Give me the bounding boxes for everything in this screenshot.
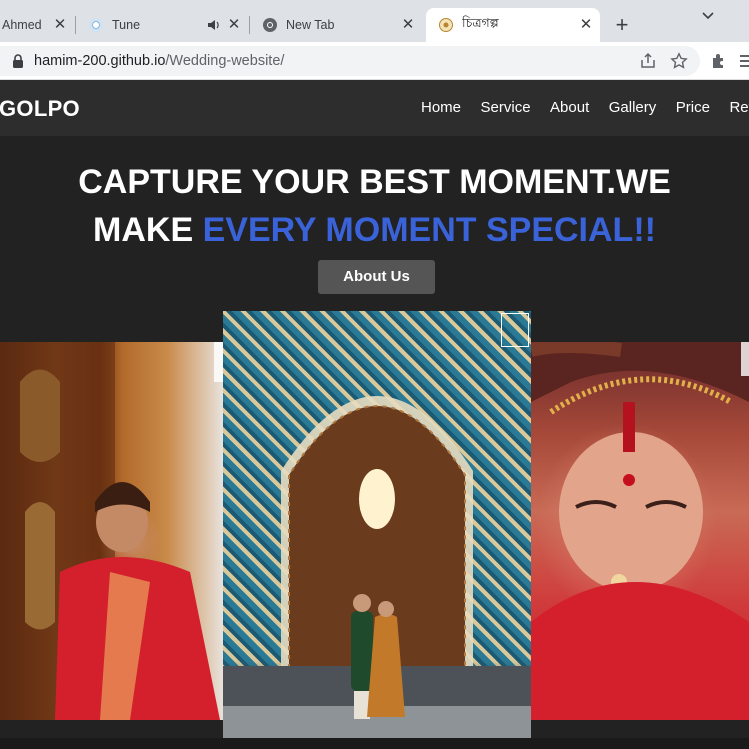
tab-active-site[interactable]: চিত্রগল্প ✕ — [426, 8, 600, 42]
tab-title: চিত্রগল্প — [462, 16, 499, 30]
hero-accent-text: EVERY MOMENT SPECIAL!! — [202, 211, 656, 249]
url-host: hamim-200.github.io — [34, 53, 166, 69]
nav-review[interactable]: Rev — [729, 99, 749, 116]
about-us-button[interactable]: About Us — [318, 260, 435, 294]
hero-line-2: MAKE EVERY MOMENT SPECIAL!! — [0, 206, 749, 254]
tab-close-icon[interactable]: ✕ — [578, 17, 594, 33]
star-icon[interactable] — [670, 52, 688, 70]
mosque-arch-illustration — [223, 396, 531, 738]
tab-close-icon[interactable]: ✕ — [52, 17, 68, 33]
bride-sindoor-illustration — [531, 342, 749, 720]
bride-door-illustration — [0, 342, 223, 720]
nav-home[interactable]: Home — [421, 99, 461, 116]
tab-title: Tune — [112, 18, 141, 32]
share-icon[interactable] — [639, 52, 657, 70]
tab-ahmed[interactable]: Ahmed- ✕ — [0, 8, 74, 42]
site-navbar: GOLPO Home Service About Gallery Price R… — [0, 80, 749, 136]
photo-bride-door[interactable] — [0, 342, 223, 720]
speaker-icon[interactable] — [207, 18, 221, 32]
extensions-icon[interactable] — [710, 52, 728, 70]
nav-price[interactable]: Price — [676, 99, 710, 116]
site-favicon-icon — [439, 18, 453, 32]
tab-tune[interactable]: Tune ✕ — [76, 8, 248, 42]
tune-favicon-icon — [89, 18, 103, 32]
hero-heading: CAPTURE YOUR BEST MOMENT.WE MAKE EVERY M… — [0, 158, 749, 254]
address-bar[interactable]: hamim-200.github.io/Wedding-website/ — [0, 46, 700, 76]
menu-icon[interactable] — [738, 52, 749, 70]
tab-close-icon[interactable]: ✕ — [400, 17, 416, 33]
nav-links: Home Service About Gallery Price Rev — [421, 99, 749, 116]
photo-couple-mosque[interactable] — [223, 311, 531, 738]
url-path: /Wedding-website/ — [165, 53, 285, 69]
photo-bride-sindoor[interactable] — [531, 342, 749, 720]
watermark-logo — [501, 313, 529, 347]
hero-line-2-plain: MAKE — [93, 211, 203, 249]
hero-line-1: CAPTURE YOUR BEST MOMENT.WE — [78, 163, 671, 201]
nav-about[interactable]: About — [550, 99, 589, 116]
url-text[interactable]: hamim-200.github.io/Wedding-website/ — [34, 53, 284, 69]
tab-title: Ahmed- — [2, 18, 42, 32]
tab-close-icon[interactable]: ✕ — [226, 17, 242, 33]
lock-icon[interactable] — [12, 54, 24, 68]
page-bottom-strip — [0, 738, 749, 749]
site-logo[interactable]: GOLPO — [0, 96, 80, 122]
new-tab-button[interactable]: + — [611, 14, 633, 36]
nav-gallery[interactable]: Gallery — [609, 99, 657, 116]
tab-strip: Ahmed- ✕ Tune ✕ New Tab ✕ চিত্রগল্প ✕ + — [0, 0, 749, 42]
tab-title: New Tab — [286, 18, 335, 32]
chevron-down-icon[interactable] — [698, 6, 718, 26]
website-viewport: GOLPO Home Service About Gallery Price R… — [0, 80, 749, 749]
nav-service[interactable]: Service — [481, 99, 531, 116]
browser-toolbar: hamim-200.github.io/Wedding-website/ — [0, 42, 749, 80]
tab-new-tab[interactable]: New Tab ✕ — [250, 8, 422, 42]
chrome-icon — [263, 18, 277, 32]
